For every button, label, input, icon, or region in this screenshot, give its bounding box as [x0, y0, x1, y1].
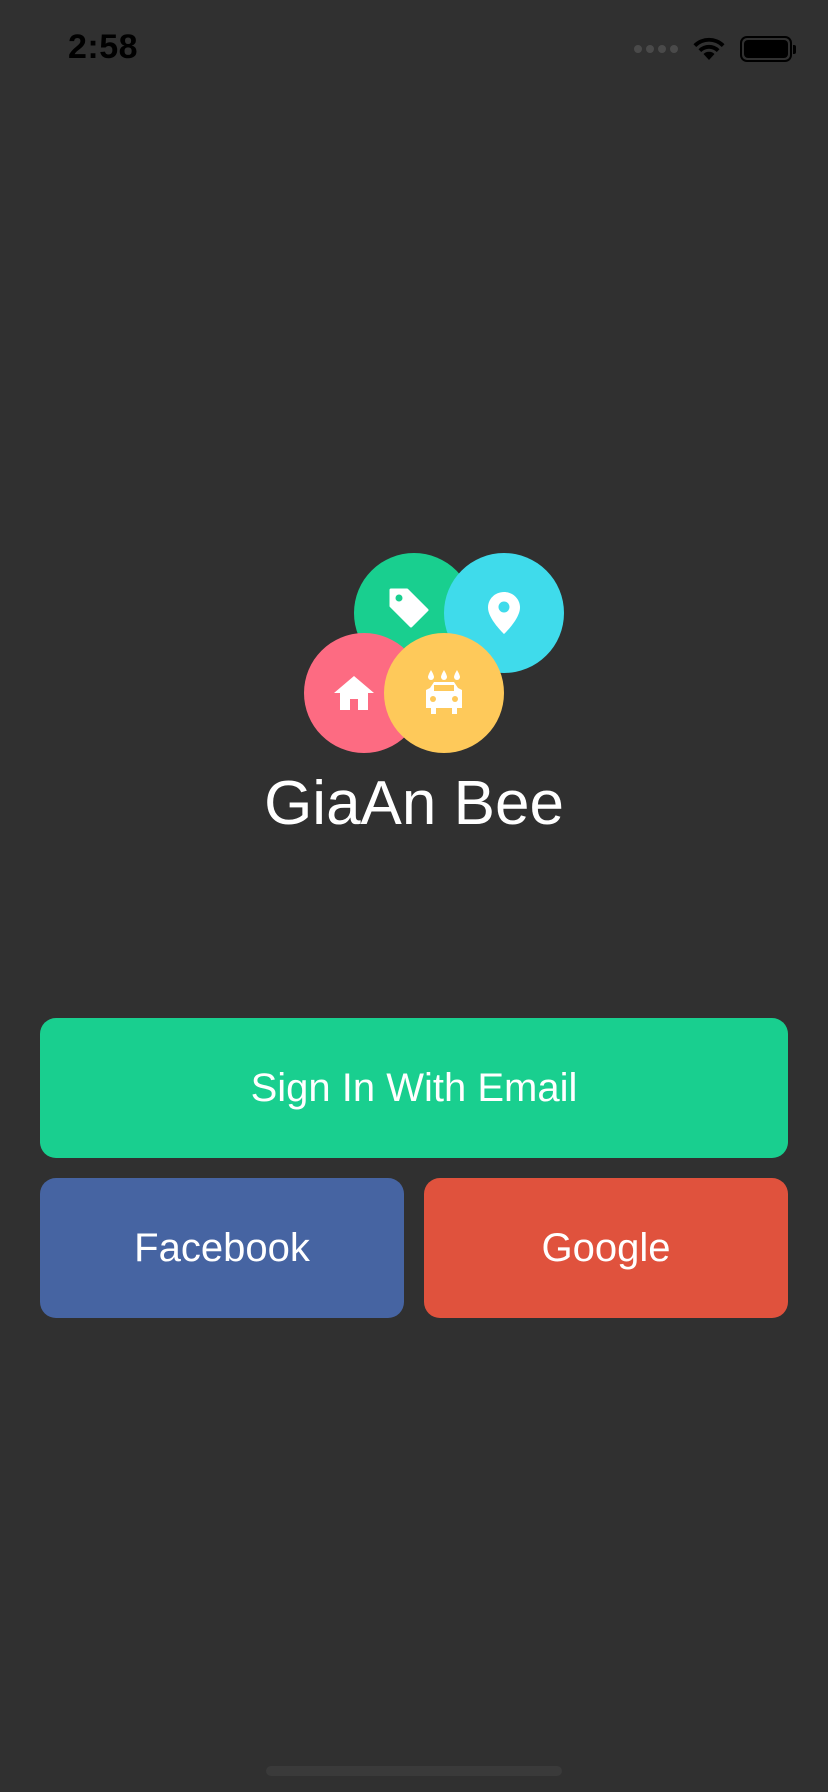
home-indicator[interactable]	[266, 1766, 562, 1776]
google-button[interactable]: Google	[424, 1178, 788, 1318]
sign-in-email-button[interactable]: Sign In With Email	[40, 1018, 788, 1158]
tag-icon	[389, 588, 429, 628]
home-icon	[334, 676, 374, 710]
car-wash-icon	[426, 670, 462, 714]
sign-in-email-label: Sign In With Email	[250, 1065, 578, 1110]
google-label: Google	[541, 1225, 671, 1270]
app-logo	[0, 0, 828, 800]
facebook-button[interactable]: Facebook	[40, 1178, 404, 1318]
logo-circle-car-wash	[384, 633, 504, 753]
login-screen: 2:58 GiaAn Bee Sign In With Email Facebo…	[0, 0, 828, 1792]
location-pin-icon	[488, 592, 520, 634]
app-name: GiaAn Bee	[264, 769, 564, 838]
facebook-label: Facebook	[134, 1225, 310, 1270]
